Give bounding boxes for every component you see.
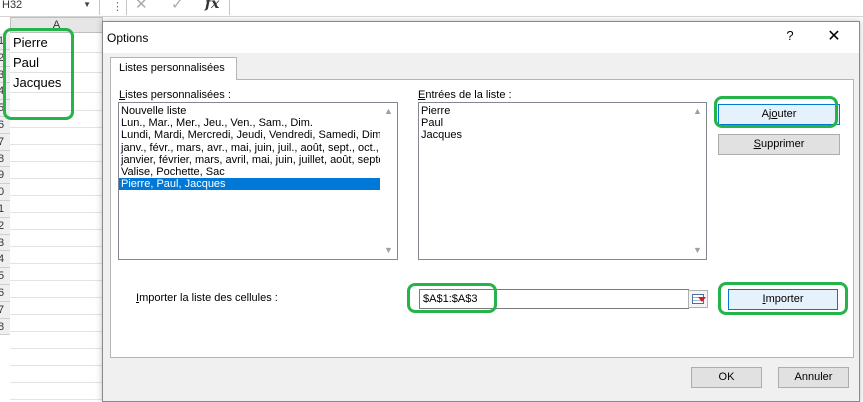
custom-list-item[interactable]: janvier, février, mars, avril, mai, juin… [119,154,397,166]
custom-list-item[interactable]: Valise, Pochette, Sac [119,166,397,178]
highlight-import-range [407,283,497,313]
formula-bar: H32 ▼ ⋮ ✕ ✓ fx [0,0,863,17]
row-header[interactable]: 4 [0,251,10,269]
custom-list-item[interactable]: Lundi, Mardi, Mercredi, Jeudi, Vendredi,… [119,129,397,141]
empty-cells [10,94,103,402]
help-icon[interactable]: ? [783,28,797,43]
row-header[interactable]: 7 [0,133,10,151]
row-header[interactable]: 9 [0,167,10,185]
highlight-add-button [714,96,838,128]
row-header[interactable]: 2 [0,217,10,235]
entry-line: Paul [421,117,444,130]
custom-list-item[interactable]: Nouvelle liste [119,105,397,117]
delete-button[interactable]: Supprimer [718,134,840,155]
import-range-label: Importer la liste des cellules : [136,292,278,304]
dialog-titlebar: Options ? ✕ [103,22,859,53]
row-header[interactable]: 8 [0,150,10,168]
arrow-down-icon [698,297,706,302]
list-entries-scrollbar[interactable]: ▲ ▼ [689,103,706,259]
highlight-cells [3,28,74,120]
close-icon[interactable]: ✕ [823,26,845,46]
formula-bar-separator-icon: ⋮ [112,1,123,13]
options-dialog: Options ? ✕ Listes personnalisées Listes… [102,21,860,402]
scroll-down-icon[interactable]: ▼ [380,242,397,259]
row-header[interactable]: 7 [0,301,10,319]
custom-list-item[interactable]: Lun., Mar., Mer., Jeu., Ven., Sam., Dim. [119,117,397,129]
list-entries-content: Pierre Paul Jacques [419,103,706,142]
cancel-formula-icon[interactable]: ✕ [135,0,148,13]
row-header[interactable]: 0 [0,184,10,201]
custom-lists-label: Listes personnalisées : [119,89,231,101]
entry-line: Pierre [421,105,451,117]
scroll-up-icon[interactable]: ▲ [689,103,706,120]
formula-bar-buttons: ✕ ✓ fx [126,0,230,15]
row-header[interactable]: 3 [0,234,10,252]
dialog-title: Options [107,31,149,45]
list-entries-label: Entrées de la liste : [418,89,512,101]
row-header[interactable]: 1 [0,200,10,218]
custom-lists-scrollbar[interactable]: ▲ ▼ [380,103,397,259]
custom-list-item[interactable]: janv., févr., mars, avr., mai, juin, jui… [119,142,397,154]
custom-list-item[interactable]: Pierre, Paul, Jacques [119,178,397,191]
list-entries-textarea[interactable]: Pierre Paul Jacques ▲ ▼ [418,102,707,260]
name-box-value: H32 [2,0,23,11]
chevron-down-icon[interactable]: ▼ [83,0,91,13]
custom-lists-items: Nouvelle liste Lun., Mar., Mer., Jeu., Ve… [119,103,397,191]
tab-custom-lists[interactable]: Listes personnalisées [110,57,237,80]
collapse-dialog-icon[interactable] [688,290,708,308]
ok-button[interactable]: OK [691,367,762,388]
custom-lists-listbox[interactable]: Nouvelle liste Lun., Mar., Mer., Jeu., Ve… [118,102,398,260]
cancel-button[interactable]: Annuler [778,367,849,388]
row-header[interactable]: 5 [0,268,10,285]
row-header[interactable]: 8 [0,318,10,336]
insert-function-icon[interactable]: fx [205,0,219,12]
confirm-formula-icon[interactable]: ✓ [171,0,184,13]
highlight-import-button [718,282,848,315]
scroll-down-icon[interactable]: ▼ [689,242,706,259]
row-header[interactable]: 6 [0,284,10,302]
entry-line: Jacques [421,129,462,142]
scroll-up-icon[interactable]: ▲ [380,103,397,120]
name-box[interactable]: H32 ▼ [0,0,100,15]
